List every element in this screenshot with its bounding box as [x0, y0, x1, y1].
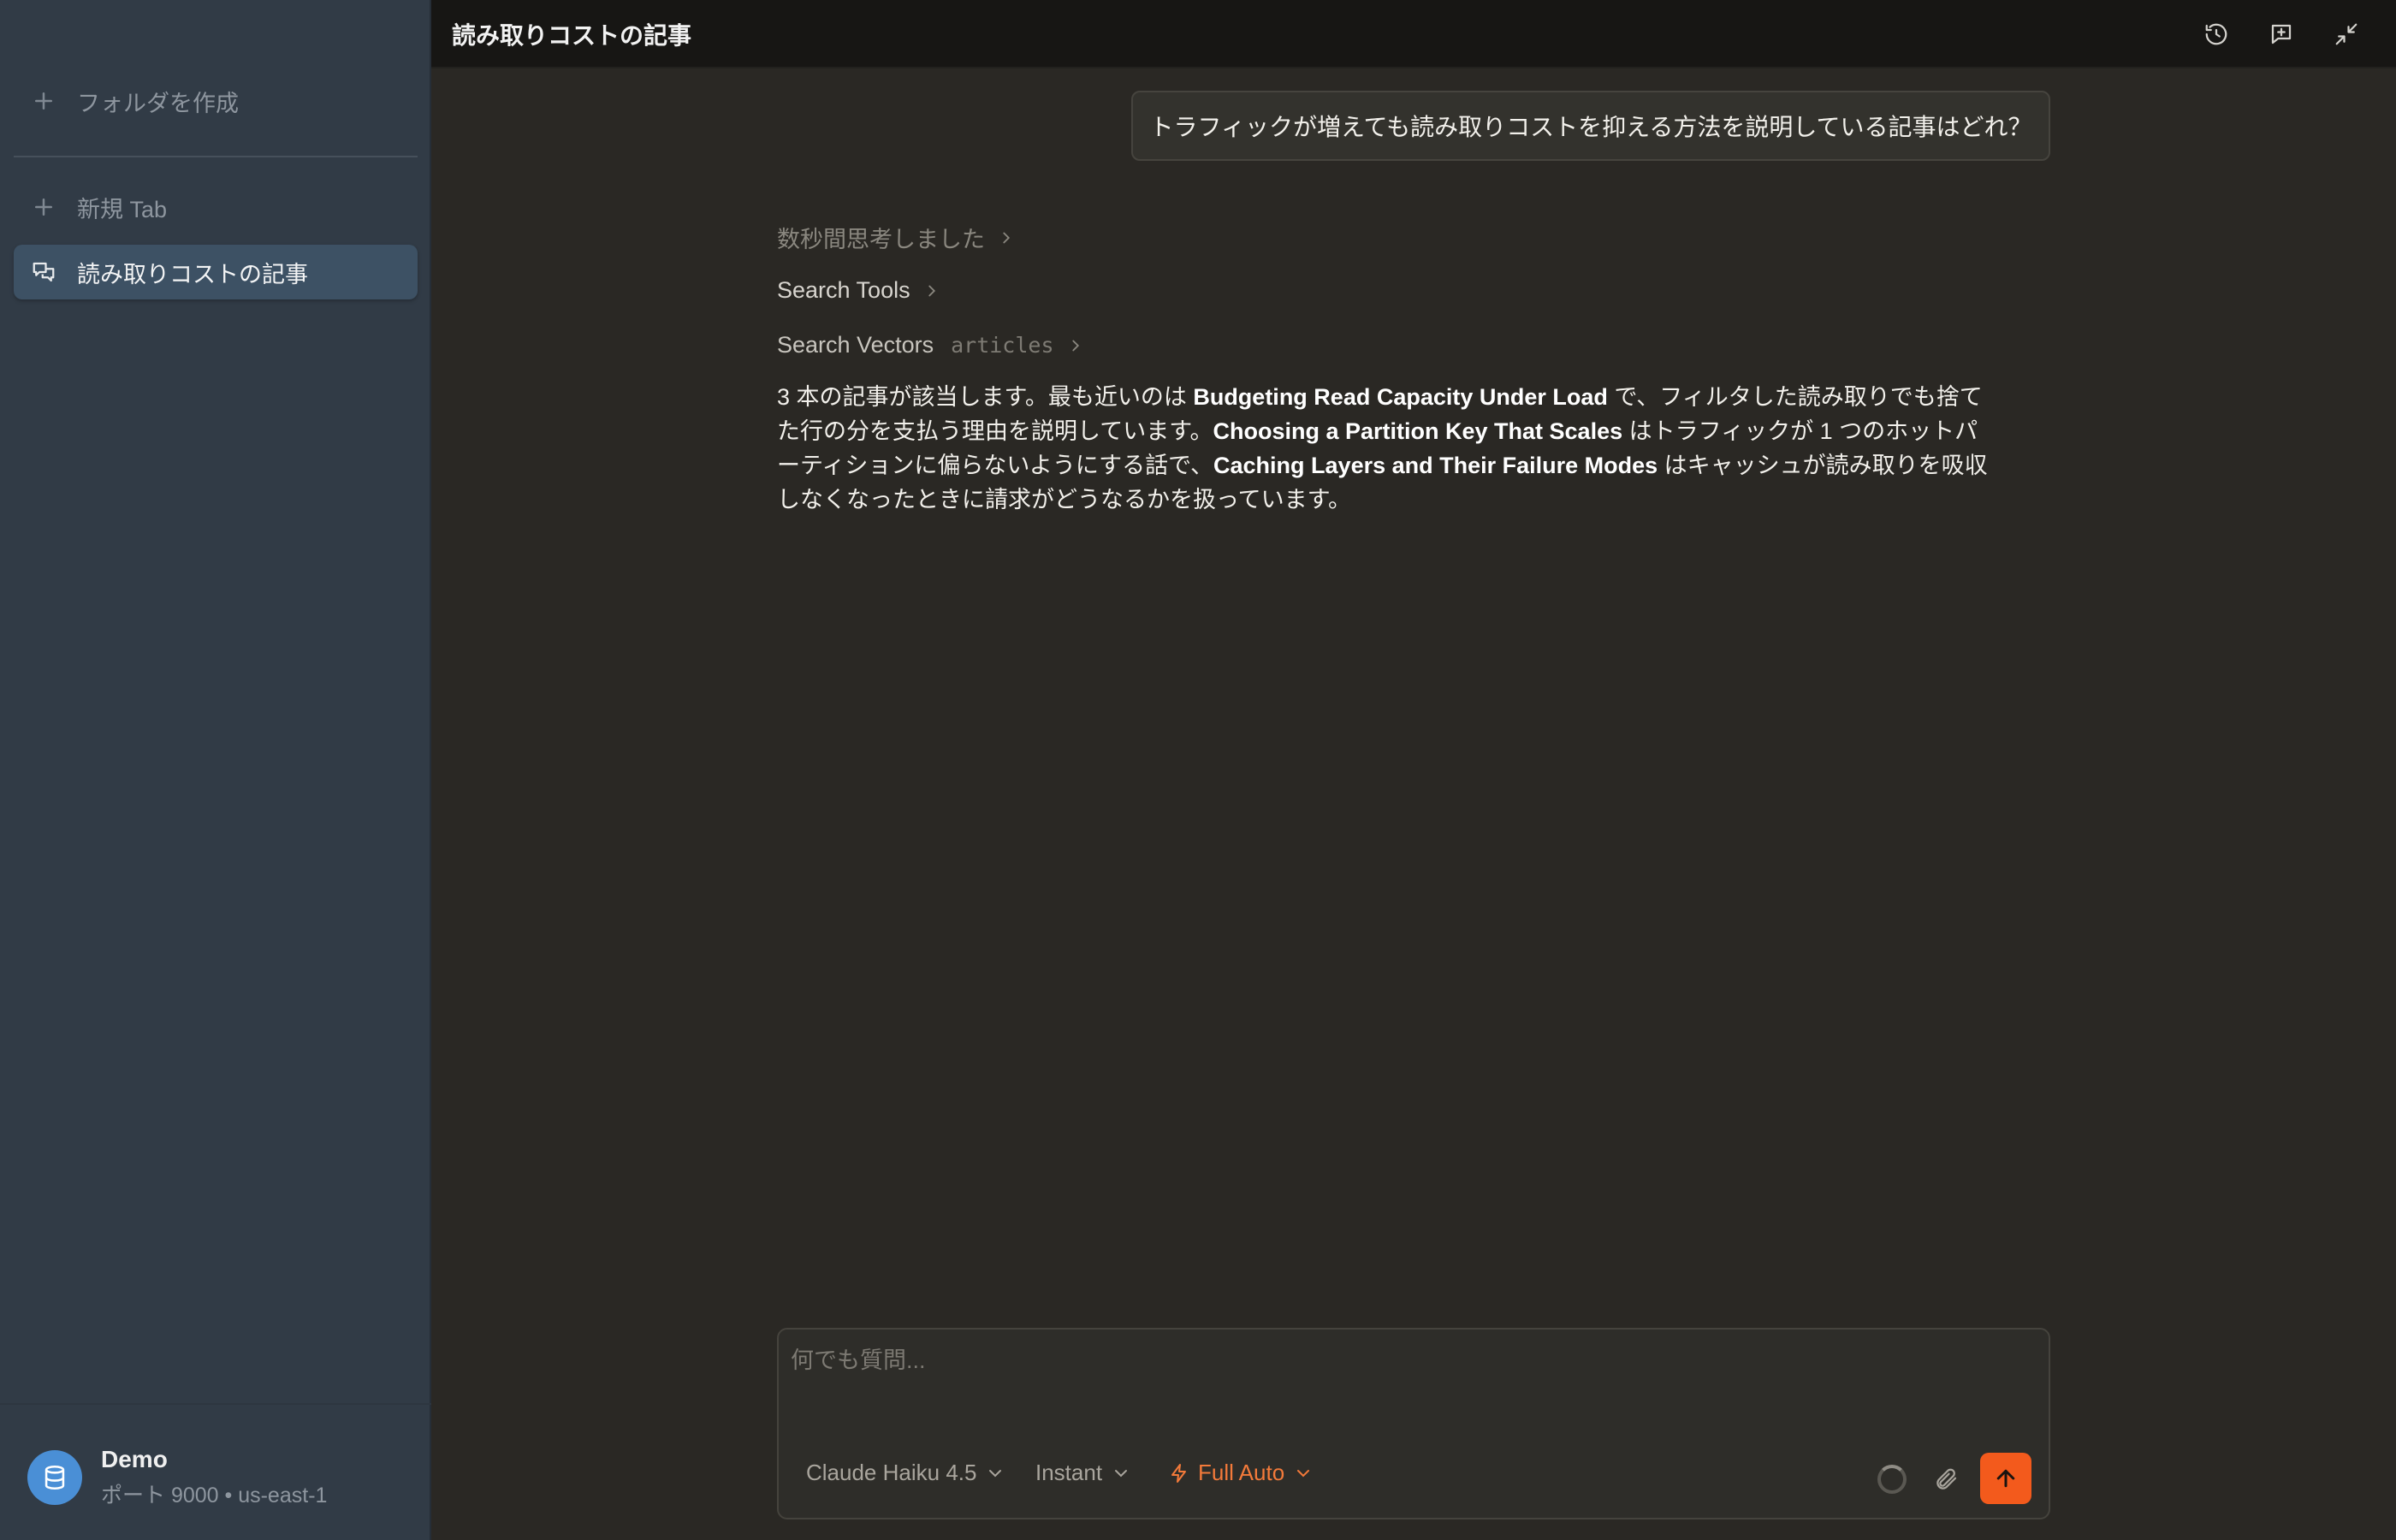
- chevron-right-icon: [1003, 232, 1011, 243]
- autonomy-label: Full Auto: [1198, 1460, 1285, 1485]
- search-tools-label: Search Tools: [777, 277, 910, 303]
- mode-label: Instant: [1035, 1460, 1103, 1485]
- header: 読み取りコストの記事: [431, 0, 2396, 68]
- sidebar: フォルダを作成 新規 Tab 読み取りコストの記事 Demo ポート 9000 …: [0, 0, 431, 1540]
- create-folder-label: フォルダを作成: [77, 90, 239, 116]
- chevron-right-icon: [1071, 340, 1079, 351]
- lightning-icon: [1171, 1463, 1186, 1483]
- plus-icon: [35, 92, 52, 110]
- chat-bubbles-icon: [33, 262, 55, 282]
- sidebar-divider: [14, 156, 418, 157]
- user-message: トラフィックが増えても読み取りコストを抑える方法を説明している記事はどれ？: [1131, 91, 2050, 161]
- message-input[interactable]: [791, 1342, 2031, 1419]
- profile-name: Demo: [101, 1446, 168, 1472]
- search-vectors-argument: articles: [951, 333, 1054, 358]
- new-chat-icon[interactable]: [2264, 17, 2298, 51]
- thinking-label: 数秒間思考しました: [777, 227, 985, 252]
- profile-details: ポート 9000 • us-east-1: [101, 1484, 328, 1507]
- page-title: 読み取りコストの記事: [452, 22, 692, 49]
- create-folder-button[interactable]: フォルダを作成: [14, 74, 418, 128]
- chevron-down-icon: [1297, 1469, 1310, 1477]
- attach-button[interactable]: [1930, 1463, 1963, 1496]
- article-title: Choosing a Partition Key That Scales: [1213, 418, 1623, 444]
- search-vectors-label: Search Vectors: [777, 332, 934, 358]
- autonomy-selector[interactable]: Full Auto: [1169, 1460, 1314, 1486]
- search-tools-step[interactable]: Search Tools: [777, 277, 941, 304]
- sidebar-footer-divider: [0, 1403, 431, 1405]
- mode-selector[interactable]: Instant: [1035, 1460, 1131, 1486]
- chevron-right-icon: [928, 285, 935, 296]
- send-button[interactable]: [1980, 1453, 2031, 1504]
- database-icon: [44, 1465, 65, 1490]
- arrow-up-icon: [1996, 1469, 2015, 1488]
- composer: Claude Haiku 4.5 Instant Full Auto: [777, 1328, 2050, 1519]
- history-icon[interactable]: [2199, 17, 2233, 51]
- new-tab-label: 新規 Tab: [77, 196, 168, 222]
- loading-spinner-icon: [1877, 1465, 1907, 1494]
- chevron-down-icon: [1115, 1469, 1128, 1477]
- new-tab-button[interactable]: 新規 Tab: [14, 180, 418, 234]
- model-label: Claude Haiku 4.5: [806, 1460, 977, 1485]
- avatar: [27, 1450, 82, 1505]
- sidebar-item-active-chat[interactable]: 読み取りコストの記事: [14, 245, 418, 299]
- plus-icon: [35, 198, 52, 216]
- paperclip-icon: [1936, 1468, 1957, 1490]
- chevron-down-icon: [989, 1469, 1002, 1477]
- model-selector[interactable]: Claude Haiku 4.5: [806, 1460, 1005, 1486]
- thinking-step[interactable]: 数秒間思考しました: [777, 221, 1016, 254]
- article-title: Caching Layers and Their Failure Modes: [1213, 453, 1658, 478]
- search-vectors-step[interactable]: Search Vectors articles: [777, 332, 1085, 358]
- assistant-answer: 3 本の記事が該当します。最も近いのは Budgeting Read Capac…: [777, 380, 1992, 517]
- article-title: Budgeting Read Capacity Under Load: [1193, 384, 1608, 410]
- answer-text: 3 本の記事が該当します。最も近いのは: [777, 384, 1194, 410]
- profile[interactable]: Demo ポート 9000 • us-east-1: [27, 1446, 327, 1509]
- sidebar-item-label: 読み取りコストの記事: [77, 261, 308, 287]
- collapse-icon[interactable]: [2329, 17, 2363, 51]
